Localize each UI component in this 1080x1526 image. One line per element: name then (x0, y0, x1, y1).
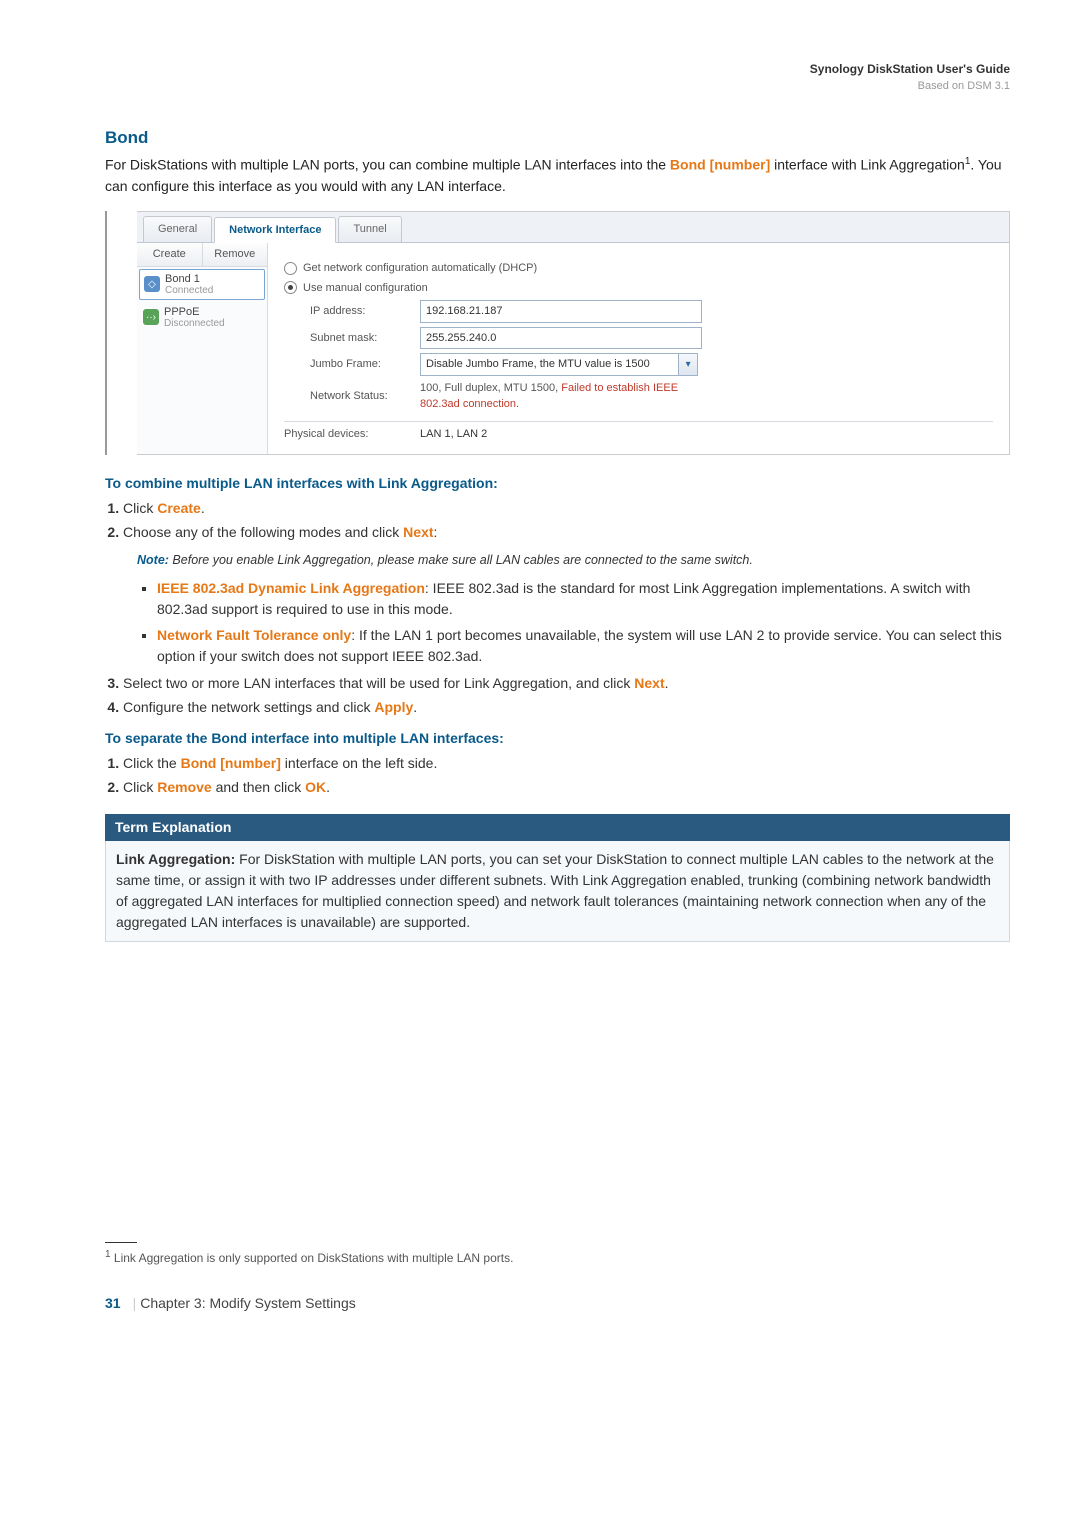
iface-bond1[interactable]: ◇ Bond 1 Connected (139, 269, 265, 300)
interface-config: Get network configuration automatically … (268, 243, 1009, 454)
doc-title: Synology DiskStation User's Guide (105, 60, 1010, 78)
interface-sidebar: Create Remove ◇ Bond 1 Connected ··› PP (137, 243, 268, 454)
pppoe-icon: ··› (143, 309, 159, 325)
pppoe-name: PPPoE (164, 306, 225, 318)
bond-icon: ◇ (144, 276, 160, 292)
doc-header: Synology DiskStation User's Guide Based … (105, 60, 1010, 95)
chapter-label: Chapter 3: Modify System Settings (140, 1295, 356, 1311)
iface-pppoe[interactable]: ··› PPPoE Disconnected (137, 302, 267, 334)
page-number: 31 (105, 1295, 121, 1311)
physical-label: Physical devices: (284, 426, 420, 443)
create-button[interactable]: Create (137, 243, 203, 266)
chevron-down-icon[interactable]: ▾ (679, 353, 698, 376)
term-text: For DiskStation with multiple LAN ports,… (116, 851, 994, 930)
tab-general[interactable]: General (143, 216, 212, 243)
radio-manual-row[interactable]: Use manual configuration (284, 280, 993, 297)
separate-step-1: Click the Bond [number] interface on the… (123, 753, 1010, 774)
combine-step-4: Configure the network settings and click… (123, 697, 1010, 718)
term-label: Link Aggregation: (116, 851, 235, 867)
separate-step-2: Click Remove and then click OK. (123, 777, 1010, 798)
pppoe-status: Disconnected (164, 318, 225, 329)
section-intro: For DiskStations with multiple LAN ports… (105, 154, 1010, 197)
ip-input[interactable]: 192.168.21.187 (420, 300, 702, 323)
radio-dhcp-row[interactable]: Get network configuration automatically … (284, 260, 993, 277)
doc-subtitle: Based on DSM 3.1 (105, 78, 1010, 95)
jumbo-value: Disable Jumbo Frame, the MTU value is 15… (420, 353, 679, 376)
radio-dhcp[interactable] (284, 262, 297, 275)
combine-steps: Click Create. Choose any of the followin… (105, 498, 1010, 718)
status-normal: 100, Full duplex, MTU 1500, (420, 382, 561, 394)
network-screenshot: General Network Interface Tunnel Create … (105, 211, 1010, 456)
intro-text-1: For DiskStations with multiple LAN ports… (105, 157, 670, 173)
bond-name: Bond 1 (165, 273, 213, 285)
separate-heading: To separate the Bond interface into mult… (105, 728, 1010, 749)
combine-heading: To combine multiple LAN interfaces with … (105, 473, 1010, 494)
footnote: 1 Link Aggregation is only supported on … (105, 1247, 1010, 1267)
jumbo-select[interactable]: Disable Jumbo Frame, the MTU value is 15… (420, 353, 698, 376)
note-box: Note: Before you enable Link Aggregation… (137, 549, 1010, 572)
physical-value: LAN 1, LAN 2 (420, 426, 487, 443)
bullet-8023ad: IEEE 802.3ad Dynamic Link Aggregation: I… (157, 578, 1010, 620)
intro-bold: Bond [number] (670, 157, 770, 173)
radio-dhcp-label: Get network configuration automatically … (303, 260, 537, 277)
radio-manual-label: Use manual configuration (303, 280, 428, 297)
term-explanation: Term Explanation Link Aggregation: For D… (105, 814, 1010, 942)
note-text: Before you enable Link Aggregation, plea… (169, 553, 753, 567)
mode-bullets: IEEE 802.3ad Dynamic Link Aggregation: I… (123, 578, 1010, 667)
status-value: 100, Full duplex, MTU 1500, Failed to es… (420, 380, 698, 413)
combine-step-2: Choose any of the following modes and cl… (123, 522, 1010, 667)
combine-step-1: Click Create. (123, 498, 1010, 519)
note-label: Note: (137, 553, 169, 567)
footer-divider: | (133, 1295, 137, 1311)
tab-network-interface[interactable]: Network Interface (214, 217, 336, 244)
mask-label: Subnet mask: (310, 330, 420, 347)
radio-manual[interactable] (284, 281, 297, 294)
page-footer: 31 |Chapter 3: Modify System Settings (105, 1293, 1010, 1314)
ip-label: IP address: (310, 303, 420, 320)
tab-tunnel[interactable]: Tunnel (338, 216, 401, 243)
mask-input[interactable]: 255.255.240.0 (420, 327, 702, 350)
tabs-bar: General Network Interface Tunnel (137, 212, 1009, 244)
bullet-fault-tolerance: Network Fault Tolerance only: If the LAN… (157, 625, 1010, 667)
intro-text-2: interface with Link Aggregation (770, 157, 965, 173)
jumbo-label: Jumbo Frame: (310, 356, 420, 373)
separate-steps: Click the Bond [number] interface on the… (105, 753, 1010, 798)
bond-status: Connected (165, 285, 213, 296)
section-title: Bond (105, 125, 1010, 151)
combine-step-3: Select two or more LAN interfaces that w… (123, 673, 1010, 694)
footnote-divider (105, 1242, 137, 1243)
status-label: Network Status: (310, 388, 420, 405)
footnote-text: Link Aggregation is only supported on Di… (111, 1251, 514, 1265)
remove-button[interactable]: Remove (203, 243, 268, 266)
term-body: Link Aggregation: For DiskStation with m… (105, 841, 1010, 942)
term-title: Term Explanation (105, 814, 1010, 841)
